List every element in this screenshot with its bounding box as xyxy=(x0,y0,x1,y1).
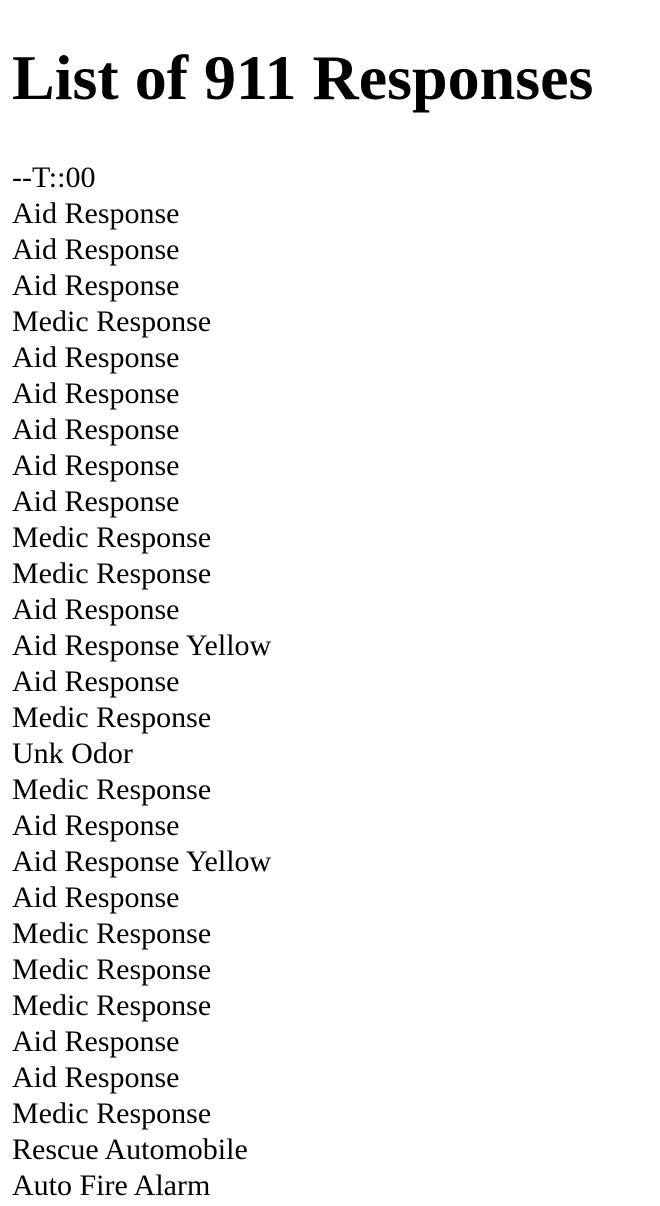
list-item: Medic Response xyxy=(12,773,212,806)
list-item: Medic Response xyxy=(12,953,212,986)
list-item: Aid Response xyxy=(12,665,180,698)
list-item: Aid Response xyxy=(12,197,180,230)
list-item: Medic Response xyxy=(12,1097,212,1130)
list-item: Medic Response xyxy=(12,521,212,554)
list-item: Medic Response xyxy=(12,989,212,1022)
list-item: Medic Response xyxy=(12,557,212,590)
list-item: Aid Response xyxy=(12,233,180,266)
list-item: Aid Response xyxy=(12,449,180,482)
list-item: Aid Response xyxy=(12,809,180,842)
list-item: Aid Response xyxy=(12,1025,180,1058)
list-item: Aid Response Yellow xyxy=(12,629,272,662)
list-item: Aid Response xyxy=(12,341,180,374)
timestamp: --T::00 xyxy=(12,161,96,194)
list-item: Unk Odor xyxy=(12,737,133,770)
list-item: Aid Response Yellow xyxy=(12,845,272,878)
list-item: Auto Fire Alarm xyxy=(12,1169,211,1202)
list-item: Medic Response xyxy=(12,701,212,734)
list-item: Aid Response xyxy=(12,485,180,518)
list-item: Aid Response xyxy=(12,413,180,446)
list-item: Aid Response xyxy=(12,593,180,626)
list-item: Medic Response xyxy=(12,917,212,950)
page: List of 911 Responses --T::00 Aid Respon… xyxy=(0,0,660,1206)
page-title: List of 911 Responses xyxy=(12,42,594,113)
list-item: Aid Response xyxy=(12,377,180,410)
list-item: Aid Response xyxy=(12,269,180,302)
list-item: Medic Response xyxy=(12,305,212,338)
list-item: Aid Response xyxy=(12,1061,180,1094)
list-item: Rescue Automobile xyxy=(12,1133,248,1166)
list-item: Aid Response xyxy=(12,881,180,914)
response-list: --T::00 Aid Response Aid Response Aid Re… xyxy=(12,160,271,1204)
